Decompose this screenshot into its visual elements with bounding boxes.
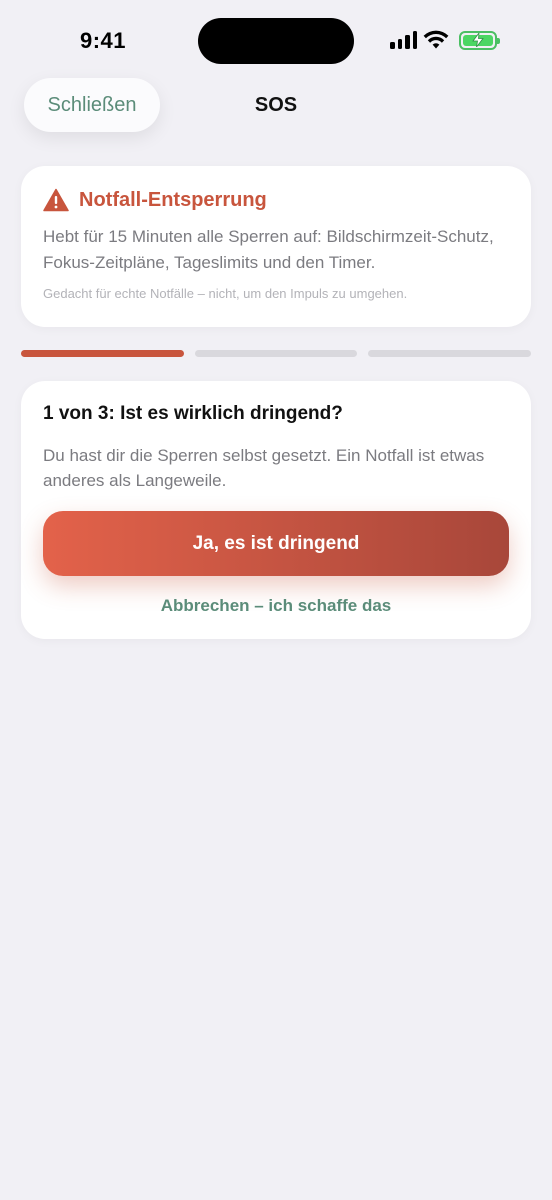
progress-segment-3 — [368, 350, 532, 357]
status-time: 9:41 — [80, 28, 127, 53]
progress-segment-1 — [21, 350, 184, 357]
page-title: SOS — [254, 94, 298, 116]
info-card-note: Gedacht für echte Notfälle – nicht, um d… — [43, 286, 408, 301]
info-card-title: Notfall-Entsperrung — [79, 188, 267, 211]
status-icons — [390, 30, 500, 50]
step-card: 1 von 3: Ist es wirklich dringend? Du ha… — [21, 381, 531, 639]
progress-segment-2 — [194, 350, 358, 357]
cellular-signal-icon — [390, 31, 417, 49]
step-progress — [21, 350, 532, 357]
step-description: Du hast dir die Sperren selbst gesetzt. … — [43, 446, 485, 490]
info-card-description: Hebt für 15 Minuten alle Sperren auf: Bi… — [43, 227, 494, 272]
warning-triangle-icon — [43, 188, 69, 212]
emergency-info-card: Notfall-Entsperrung Hebt für 15 Minuten … — [21, 166, 531, 327]
wifi-icon — [423, 30, 449, 49]
battery-charging-icon — [459, 30, 500, 50]
info-card-header: Notfall-Entsperrung — [43, 188, 509, 212]
dynamic-island — [198, 18, 354, 64]
cancel-link[interactable]: Abbrechen – ich schaffe das — [21, 596, 531, 616]
status-bar: 9:41 — [0, 0, 552, 80]
confirm-urgent-button[interactable]: Ja, es ist dringend — [43, 511, 509, 576]
step-title: 1 von 3: Ist es wirklich dringend? — [43, 403, 343, 424]
